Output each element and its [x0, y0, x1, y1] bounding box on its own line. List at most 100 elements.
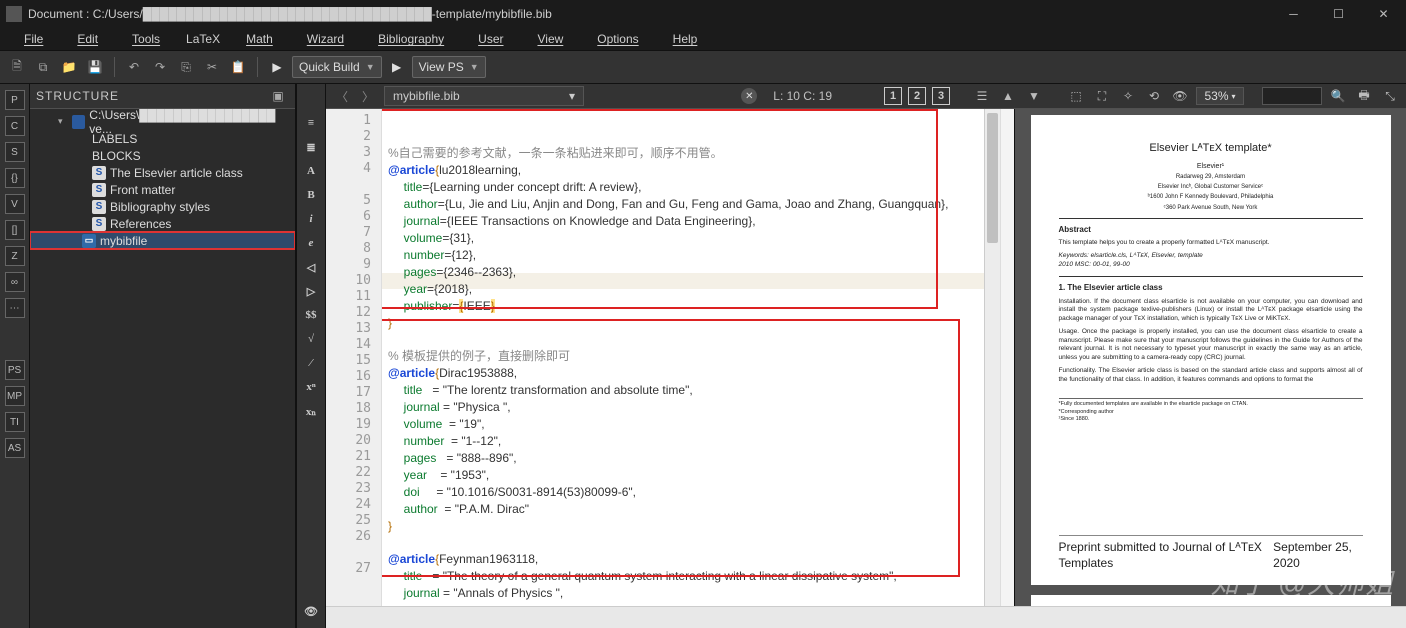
sqrt-icon[interactable]: √ [301, 330, 321, 348]
emph-icon[interactable]: e [301, 234, 321, 252]
crop-icon[interactable]: ✧ [1118, 86, 1138, 106]
app-icon [6, 6, 22, 22]
indent-right-icon[interactable]: ▷ [301, 282, 321, 300]
tree-root[interactable]: ▾C:\Users\████████████████ ve... [30, 113, 295, 130]
up-arrow-icon[interactable]: ▲ [998, 86, 1018, 106]
editor-topbar: 〈 〉 mybibfile.bib▾ ✕ L: 10 C: 19 1 2 3 ☰… [326, 84, 1406, 109]
align-center-icon[interactable]: ≣ [301, 138, 321, 156]
ti-icon[interactable]: TI [5, 412, 25, 432]
copy-icon[interactable]: ⎘ [175, 56, 197, 78]
structure-panel: STRUCTURE ▣ ▾C:\Users\████████████████ v… [30, 84, 296, 628]
view-combo[interactable]: View PS▼ [412, 56, 486, 78]
menu-latex[interactable]: LaTeX [178, 30, 228, 48]
main-toolbar: 🗎 ⧉ 📁 💾 ↶ ↷ ⎘ ✂ 📋 ▶ Quick Build▼ ▶ View … [0, 50, 1406, 84]
menu-math[interactable]: Math [230, 30, 289, 48]
var-icon[interactable]: V [5, 194, 25, 214]
menu-view[interactable]: View [522, 30, 580, 48]
sub-icon[interactable]: xₙ [301, 402, 321, 420]
power-icon[interactable]: xⁿ [301, 378, 321, 396]
infinity-icon[interactable]: ∞ [5, 272, 25, 292]
mp-icon[interactable]: MP [5, 386, 25, 406]
left-icon-bar: P C S {} V [] Z ∞ ⋯ PS MP TI AS [0, 84, 30, 628]
menu-user[interactable]: User [462, 30, 519, 48]
italic-info-icon[interactable]: i [301, 210, 321, 228]
editor-minimap[interactable] [1000, 109, 1014, 606]
part-icon[interactable]: P [5, 90, 25, 110]
structure-title: STRUCTURE [36, 89, 119, 103]
open-folder-icon[interactable]: 📁 [58, 56, 80, 78]
menubar: File Edit Tools LaTeX Math Wizard Biblio… [0, 28, 1406, 50]
nav-fwd-icon[interactable]: 〉 [358, 86, 378, 106]
tree-item-elsevier[interactable]: SThe Elsevier article class [30, 164, 295, 181]
close-button[interactable]: ✕ [1361, 0, 1406, 28]
preview-page-2 [1031, 595, 1391, 606]
tree-blocks[interactable]: BLOCKS [30, 147, 295, 164]
menu-edit[interactable]: Edit [61, 30, 114, 48]
nav-back-icon[interactable]: 〈 [332, 86, 352, 106]
minimize-button[interactable]: ─ [1271, 0, 1316, 28]
new-file-icon[interactable]: 🗎 [6, 56, 28, 78]
ps-icon[interactable]: PS [5, 360, 25, 380]
editor-icon-bar: ≡ ≣ A B i e ◁ ▷ $$ √ ⁄ xⁿ xₙ 👁 [296, 84, 326, 628]
dollar-icon[interactable]: $$ [301, 306, 321, 324]
menu-tools[interactable]: Tools [116, 30, 176, 48]
rotate-icon[interactable]: ⟲ [1144, 86, 1164, 106]
search-icon[interactable]: 🔍 [1328, 86, 1348, 106]
search-preview-input[interactable] [1262, 87, 1322, 105]
frac-icon[interactable]: ⁄ [301, 354, 321, 372]
print-icon[interactable]: 🖶 [1354, 86, 1374, 106]
save-icon[interactable]: 💾 [84, 56, 106, 78]
run-button[interactable]: ▶ [266, 56, 288, 78]
as-icon[interactable]: AS [5, 438, 25, 458]
pin-icon[interactable]: ⤡ [1380, 86, 1400, 106]
menu-wizard[interactable]: Wizard [291, 30, 360, 48]
page-3-button[interactable]: 3 [932, 87, 950, 105]
page-2-button[interactable]: 2 [908, 87, 926, 105]
line-gutter: 1234567891011121314151617181920212223242… [326, 109, 382, 606]
cursor-position: L: 10 C: 19 [763, 89, 842, 103]
list-icon[interactable]: ☰ [972, 86, 992, 106]
menu-help[interactable]: Help [657, 30, 714, 48]
tree-item-frontmatter[interactable]: SFront matter [30, 181, 295, 198]
undo-icon[interactable]: ↶ [123, 56, 145, 78]
down-arrow-icon[interactable]: ▼ [1024, 86, 1044, 106]
collapse-panel-icon[interactable]: ▣ [267, 85, 289, 107]
new-tab-icon[interactable]: ⧉ [32, 56, 54, 78]
tree-item-references[interactable]: SReferences [30, 215, 295, 232]
file-tab-combo[interactable]: mybibfile.bib▾ [384, 86, 584, 106]
zoom-percent[interactable]: 53%▾ [1196, 87, 1244, 105]
menu-options[interactable]: Options [581, 30, 654, 48]
paste-icon[interactable]: 📋 [227, 56, 249, 78]
align-left-icon[interactable]: ≡ [301, 114, 321, 132]
preview-page-1: Elsevier LᴬTᴇX template* Elsevier¹ Radar… [1031, 115, 1391, 585]
indent-left-icon[interactable]: ◁ [301, 258, 321, 276]
chapter-icon[interactable]: C [5, 116, 25, 136]
pdf-preview-viewport[interactable]: Elsevier LᴬTᴇX template* Elsevier¹ Radar… [1015, 109, 1406, 606]
z-icon[interactable]: Z [5, 246, 25, 266]
section-icon[interactable]: S [5, 142, 25, 162]
ellipsis-icon[interactable]: ⋯ [5, 298, 25, 318]
editor-scrollbar[interactable] [984, 109, 1000, 606]
left-brace-icon[interactable]: {} [5, 168, 25, 188]
cut-icon[interactable]: ✂ [201, 56, 223, 78]
menu-bibliography[interactable]: Bibliography [362, 30, 460, 48]
eye-icon[interactable]: 👁 [301, 602, 321, 620]
tree-item-mybibfile[interactable]: ▭mybibfile [30, 232, 295, 249]
page-1-button[interactable]: 1 [884, 87, 902, 105]
code-editor[interactable]: 1234567891011121314151617181920212223242… [326, 109, 1014, 606]
redo-icon[interactable]: ↷ [149, 56, 171, 78]
preview-eye-icon[interactable]: 👁 [1170, 86, 1190, 106]
pdf-preview-panel: Elsevier LᴬTᴇX template* Elsevier¹ Radar… [1014, 109, 1406, 606]
tree-item-bibstyles[interactable]: SBibliography styles [30, 198, 295, 215]
maximize-button[interactable]: ☐ [1316, 0, 1361, 28]
font-a-icon[interactable]: A [301, 162, 321, 180]
menu-file[interactable]: File [8, 30, 59, 48]
find-bar[interactable] [326, 606, 1406, 628]
bold-icon[interactable]: B [301, 186, 321, 204]
fit-width-icon[interactable]: ⬚ [1066, 86, 1086, 106]
view-button[interactable]: ▶ [386, 56, 408, 78]
build-combo[interactable]: Quick Build▼ [292, 56, 382, 78]
fit-page-icon[interactable]: ⛶ [1092, 86, 1112, 106]
brackets-icon[interactable]: [] [5, 220, 25, 240]
close-file-icon[interactable]: ✕ [741, 88, 757, 104]
